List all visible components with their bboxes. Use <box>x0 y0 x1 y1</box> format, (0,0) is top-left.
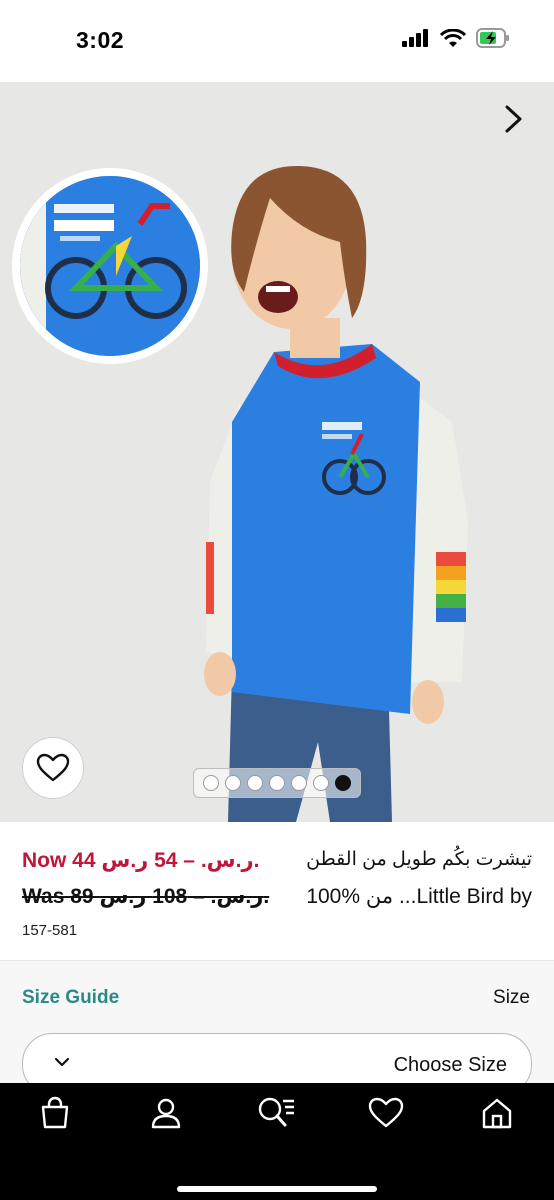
wishlist-icon <box>368 1097 404 1128</box>
next-image-button[interactable] <box>498 102 528 136</box>
status-bar: 3:02 <box>0 0 554 82</box>
home-icon <box>482 1098 512 1129</box>
heart-icon <box>36 753 70 782</box>
add-to-wishlist-button[interactable] <box>22 737 84 799</box>
tab-search[interactable] <box>256 1093 296 1133</box>
bike-print-graphic <box>20 176 200 356</box>
detail-print-image <box>20 176 200 356</box>
price-was: Was 89 ر.س. – 108 ر.س. <box>22 885 270 908</box>
account-icon <box>151 1098 181 1129</box>
detail-zoom-inset[interactable] <box>12 168 208 364</box>
bag-icon <box>41 1096 69 1129</box>
size-select-label: Choose Size <box>393 1054 507 1076</box>
tab-account[interactable] <box>146 1093 186 1133</box>
bottom-tab-bar <box>0 1083 554 1200</box>
price-now: Now 44 ر.س. – 54 ر.س. <box>22 849 260 872</box>
size-section: Size Guide Size Choose Size <box>0 960 554 1095</box>
chevron-down-icon <box>54 1057 70 1067</box>
status-time: 3:02 <box>76 27 125 53</box>
product-code: 157-581 <box>22 922 78 939</box>
battery-charging-icon <box>476 28 509 48</box>
search-icon <box>258 1097 294 1127</box>
product-info: Now 44 ر.س. – 54 ر.س. Was 89 ر.س. – 108 … <box>0 822 554 960</box>
status-icons <box>402 28 510 48</box>
signal-icon <box>402 29 428 47</box>
gallery-dot[interactable] <box>291 775 307 791</box>
product-title-line2[interactable]: 100% من ...Little Bird by <box>306 884 532 909</box>
gallery-dot[interactable] <box>203 775 219 791</box>
gallery-dot[interactable] <box>225 775 241 791</box>
gallery-dot[interactable] <box>313 775 329 791</box>
product-image[interactable] <box>0 82 554 822</box>
gallery-pagination[interactable] <box>193 768 361 798</box>
wifi-icon <box>440 28 466 47</box>
size-heading: Size <box>493 987 530 1008</box>
gallery-dot-active[interactable] <box>335 775 351 791</box>
gallery-dot[interactable] <box>269 775 285 791</box>
home-indicator <box>177 1186 377 1192</box>
tab-bag[interactable] <box>35 1093 75 1133</box>
gallery-dot[interactable] <box>247 775 263 791</box>
size-guide-link[interactable]: Size Guide <box>22 987 119 1009</box>
product-title-line1: تيشرت بكُم طويل من القطن <box>306 849 532 870</box>
tab-wishlist[interactable] <box>366 1093 406 1133</box>
tab-home[interactable] <box>477 1093 517 1133</box>
